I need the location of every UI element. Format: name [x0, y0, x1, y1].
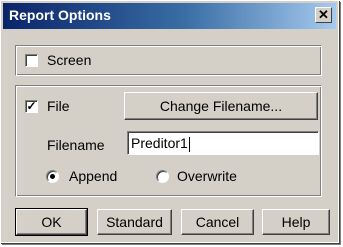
append-radio-label[interactable]: Append — [69, 168, 117, 184]
filename-input[interactable]: Preditor1 — [127, 131, 319, 155]
change-filename-button[interactable]: Change Filename... — [124, 92, 318, 120]
radio-selected-dot — [50, 174, 55, 179]
checkmark-icon: ✓ — [26, 99, 37, 113]
file-group: ✓ File Change Filename... Filename Predi… — [15, 85, 322, 197]
close-button[interactable]: ✕ — [315, 7, 332, 23]
standard-button[interactable]: Standard — [97, 209, 172, 235]
close-icon: ✕ — [318, 7, 329, 22]
text-caret — [188, 136, 190, 152]
ok-button[interactable]: OK — [15, 208, 88, 236]
filename-value: Preditor1 — [131, 135, 188, 151]
screen-checkbox[interactable] — [25, 54, 38, 67]
window-title: Report Options — [9, 7, 111, 23]
filename-label: Filename — [47, 137, 105, 153]
title-bar[interactable]: Report Options ✕ — [3, 3, 336, 29]
file-checkbox-label[interactable]: File — [47, 98, 70, 114]
help-button[interactable]: Help — [262, 209, 330, 235]
file-checkbox[interactable]: ✓ — [25, 100, 38, 113]
overwrite-radio[interactable] — [156, 170, 169, 183]
screen-checkbox-label[interactable]: Screen — [47, 52, 91, 68]
report-options-dialog: Report Options ✕ Screen ✓ File Change Fi… — [0, 0, 339, 243]
overwrite-radio-label[interactable]: Overwrite — [177, 168, 237, 184]
cancel-button[interactable]: Cancel — [181, 209, 254, 235]
screen-group: Screen — [15, 45, 322, 76]
append-radio[interactable] — [46, 170, 59, 183]
